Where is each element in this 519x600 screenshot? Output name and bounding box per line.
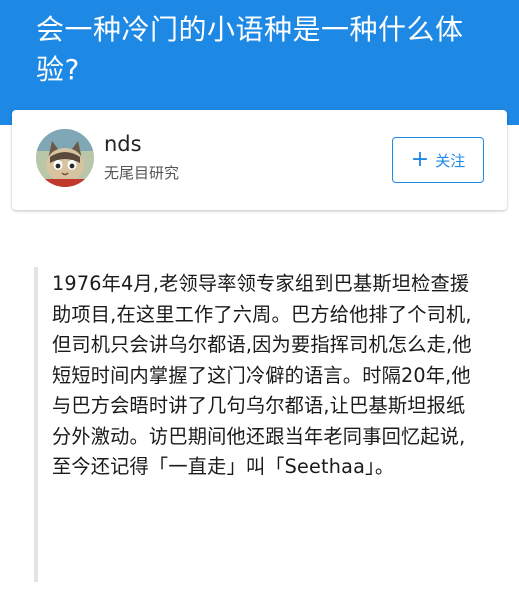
author-bio: 无尾目研究: [104, 164, 180, 182]
follow-button[interactable]: + 关注: [392, 137, 484, 183]
author-avatar[interactable]: [36, 129, 94, 187]
question-header: 会一种冷门的小语种是一种什么体验?: [0, 0, 519, 125]
question-title: 会一种冷门的小语种是一种什么体验?: [36, 13, 464, 86]
follow-label: 关注: [435, 151, 466, 170]
author-name[interactable]: nds: [104, 130, 142, 158]
answer-quote: 1976年4月,老领导率领专家组到巴基斯坦检查援助项目,在这里工作了六周。巴方给…: [34, 267, 509, 582]
author-card: nds 无尾目研究 + 关注: [12, 110, 507, 210]
answer-text: 1976年4月,老领导率领专家组到巴基斯坦检查援助项目,在这里工作了六周。巴方给…: [52, 272, 472, 478]
cat-avatar-icon: [36, 129, 94, 187]
plus-icon: +: [410, 147, 430, 172]
